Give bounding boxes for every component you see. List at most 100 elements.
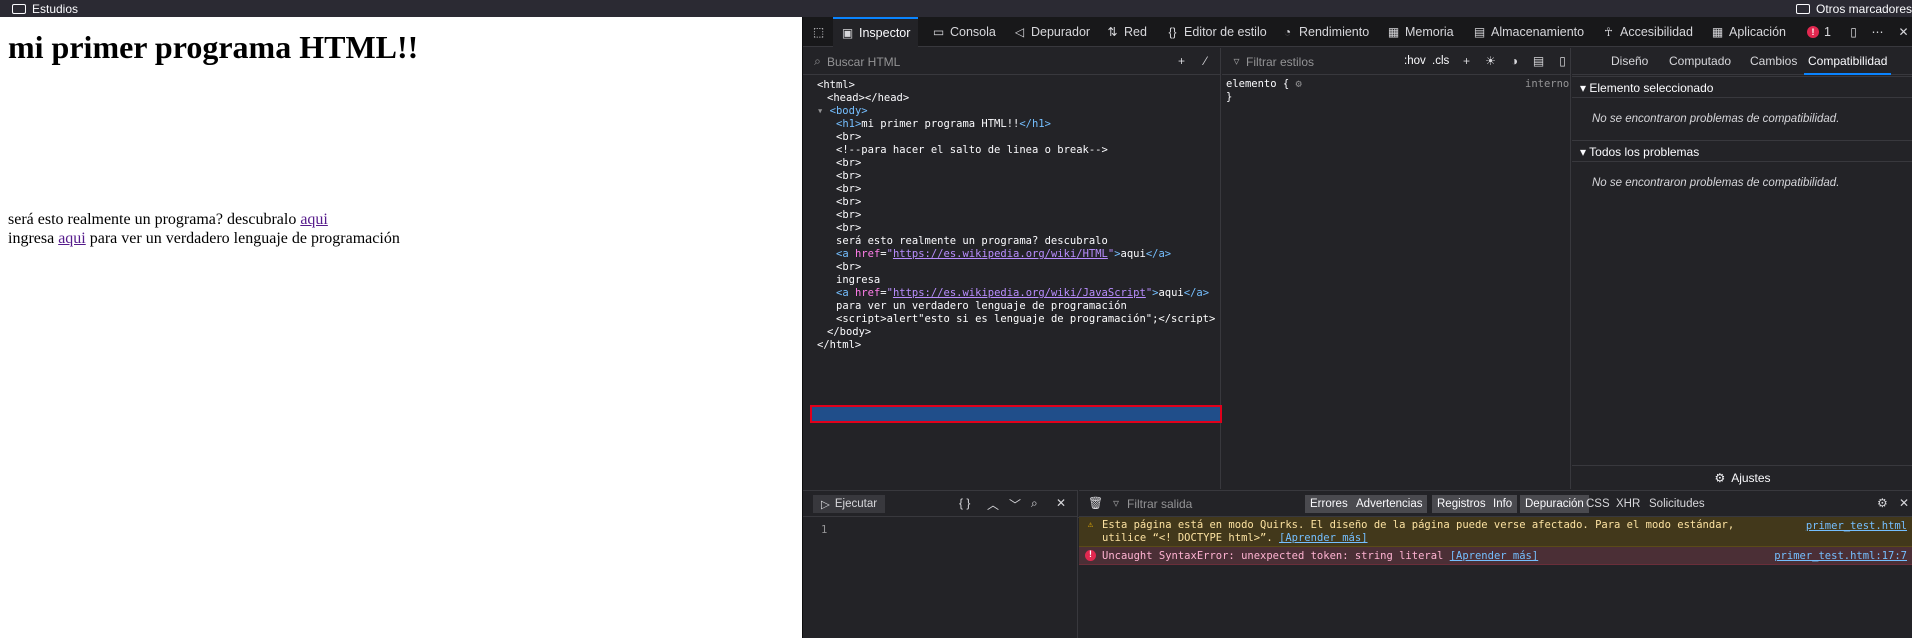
- tab-console[interactable]: ▭ Consola: [932, 17, 996, 47]
- filter-styles-input[interactable]: [1230, 53, 1390, 71]
- bookmarks-toolbar: Estudios Otros marcadores: [0, 0, 1912, 17]
- close-editor-icon[interactable]: ✕: [1056, 496, 1066, 510]
- filter-requests[interactable]: Solicitudes: [1644, 495, 1710, 513]
- eyedropper-icon[interactable]: ⁄: [1199, 55, 1212, 68]
- folder-icon: [1796, 3, 1810, 14]
- application-icon: ▦: [1711, 24, 1724, 39]
- tab-computed[interactable]: Computado: [1669, 48, 1731, 75]
- tree-node-script-selected[interactable]: <script>alert"esto si es lenguaje de pro…: [836, 311, 1215, 327]
- add-node-icon[interactable]: +: [1175, 55, 1188, 68]
- tree-node-h1[interactable]: <h1>mi primer programa HTML!!</h1>: [836, 116, 1051, 132]
- trash-icon[interactable]: 🗑: [1088, 496, 1103, 510]
- sidebar-tabs: Diseño Computado Cambios Compatibilidad: [1572, 48, 1912, 75]
- javascript-link[interactable]: aqui: [58, 230, 86, 247]
- history-down-icon[interactable]: ﹀: [1009, 496, 1021, 513]
- rules-view: ▿ :hov .cls + ☀ ◑ ▤ ▯ elemento { ⚙ inter…: [1222, 48, 1571, 489]
- tab-inspector[interactable]: ▣ Inspector: [833, 17, 919, 47]
- gear-icon[interactable]: ⚙: [1296, 78, 1302, 90]
- expand-arrow-icon[interactable]: ▾: [817, 105, 823, 117]
- page-text: ingresa: [8, 230, 55, 247]
- quirks-mode-warning: ⚠ Esta página está en modo Quirks. El di…: [1079, 517, 1912, 547]
- filter-warnings[interactable]: Advertencias: [1351, 495, 1428, 513]
- tab-label: Memoria: [1405, 25, 1454, 39]
- tab-storage[interactable]: ▤ Almacenamiento: [1473, 17, 1584, 47]
- close-devtools-button[interactable]: ✕: [1897, 17, 1910, 47]
- error-count-badge[interactable]: ! 1: [1807, 17, 1831, 47]
- dock-options-button[interactable]: ▯: [1847, 17, 1860, 47]
- element-picker-button[interactable]: ⬚: [812, 17, 825, 47]
- filter-debug[interactable]: Depuración: [1520, 495, 1589, 513]
- element-rule[interactable]: elemento { ⚙: [1226, 78, 1302, 90]
- run-button[interactable]: ▷ Ejecutar: [813, 495, 886, 513]
- chevron-down-icon: ▾: [1580, 145, 1587, 159]
- html-link[interactable]: aqui: [300, 211, 328, 228]
- tab-style-editor[interactable]: {} Editor de estilo: [1166, 17, 1266, 47]
- add-rule-icon[interactable]: +: [1460, 55, 1473, 68]
- filter-errors[interactable]: Errores: [1305, 495, 1353, 513]
- hov-toggle[interactable]: :hov: [1404, 55, 1426, 67]
- devtools-toolbar: ⬚ ▣ Inspector ▭ Consola ◁ Depurador ⇅ Re…: [803, 17, 1912, 47]
- light-scheme-icon[interactable]: ☀: [1484, 55, 1497, 68]
- tree-node-a-html[interactable]: <a href="https://es.wikipedia.org/wiki/H…: [836, 246, 1171, 262]
- search-html-input[interactable]: [811, 53, 1151, 71]
- tab-label: Aplicación: [1729, 25, 1786, 39]
- tab-changes[interactable]: Cambios: [1750, 48, 1797, 75]
- chevron-down-icon: ▾: [1580, 81, 1587, 95]
- tab-accessibility[interactable]: ☥ Accesibilidad: [1602, 17, 1693, 47]
- dark-scheme-icon[interactable]: ◑: [1508, 55, 1521, 68]
- tab-layout[interactable]: Diseño: [1611, 48, 1648, 75]
- tab-debugger[interactable]: ◁ Depurador: [1013, 17, 1090, 47]
- section-selected-element[interactable]: ▾ Elemento seleccionado: [1572, 76, 1912, 98]
- section-all-issues[interactable]: ▾ Todos los problemas: [1572, 140, 1912, 162]
- tab-network[interactable]: ⇅ Red: [1106, 17, 1147, 47]
- rule-source: interno: [1525, 78, 1570, 90]
- error-icon: !: [1085, 550, 1096, 561]
- more-options-button[interactable]: ⋯: [1871, 17, 1884, 47]
- reverse-search-icon[interactable]: ⌕: [1031, 496, 1038, 511]
- settings-label: Ajustes: [1731, 470, 1771, 485]
- tab-performance[interactable]: ◔ Rendimiento: [1281, 17, 1369, 47]
- href-link[interactable]: https://es.wikipedia.org/wiki/HTML: [893, 248, 1108, 260]
- filter-info[interactable]: Info: [1488, 495, 1518, 513]
- filter-css[interactable]: CSS: [1581, 495, 1615, 513]
- tab-compatibility[interactable]: Compatibilidad: [1804, 48, 1892, 75]
- warning-text: utilice “<! DOCTYPE html>”.: [1102, 532, 1273, 544]
- syntax-error-message: ! Uncaught SyntaxError: unexpected token…: [1079, 547, 1912, 565]
- bookmark-folder-otros[interactable]: Otros marcadores: [1796, 1, 1912, 16]
- filter-logs[interactable]: Registros: [1432, 495, 1491, 513]
- pretty-print-icon[interactable]: { }: [959, 496, 970, 510]
- inspector-icon: ▣: [841, 25, 854, 40]
- tab-application[interactable]: ▦ Aplicación: [1711, 17, 1786, 47]
- history-up-icon[interactable]: ︿: [987, 496, 999, 513]
- warning-icon: ⚠: [1087, 520, 1094, 530]
- filter-xhr[interactable]: XHR: [1611, 495, 1645, 513]
- tree-node-comment[interactable]: <!--para hacer el salto de linea o break…: [836, 142, 1108, 158]
- filter-output-input[interactable]: [1109, 495, 1289, 513]
- accessibility-icon: ☥: [1604, 24, 1613, 39]
- cls-toggle[interactable]: .cls: [1432, 55, 1449, 67]
- node-text: aqui: [1158, 287, 1184, 299]
- console-output: 🗑 ▿ Errores Advertencias Registros Info …: [1079, 490, 1912, 638]
- bookmark-folder-estudios[interactable]: Estudios: [12, 1, 78, 16]
- error-text: Uncaught SyntaxError: unexpected token: …: [1102, 550, 1444, 562]
- rules-toolbar: ▿ :hov .cls + ☀ ◑ ▤ ▯: [1222, 48, 1571, 75]
- bookmark-folder-label: Estudios: [32, 1, 79, 16]
- node-text: mi primer programa HTML!!: [861, 118, 1020, 130]
- console-settings-icon[interactable]: ⚙: [1877, 496, 1888, 510]
- learn-more-link[interactable]: [Aprender más]: [1450, 550, 1539, 562]
- no-issues-message: No se encontraron problemas de compatibi…: [1592, 113, 1840, 125]
- picker-icon: ⬚: [812, 24, 825, 39]
- compat-settings-button[interactable]: ⚙ Ajustes: [1572, 465, 1912, 489]
- warning-source-link[interactable]: primer_test.html: [1806, 520, 1907, 532]
- close-split-console-icon[interactable]: ✕: [1899, 496, 1909, 510]
- dock-icon: ▯: [1850, 24, 1857, 39]
- tab-label: Red: [1124, 25, 1147, 39]
- print-media-icon[interactable]: ▤: [1532, 55, 1545, 68]
- folder-icon: [12, 3, 26, 14]
- error-source-link[interactable]: primer_test.html:17:7: [1774, 550, 1907, 562]
- console-editor: ▷ Ejecutar { } ︿ ﹀ ⌕ ✕ 1: [803, 490, 1078, 638]
- tab-memory[interactable]: ▦ Memoria: [1387, 17, 1454, 47]
- toggle-sidebar-icon[interactable]: ▯: [1556, 55, 1569, 68]
- tree-node-html-close[interactable]: </html>: [817, 337, 861, 353]
- learn-more-link[interactable]: [Aprender más]: [1279, 532, 1368, 544]
